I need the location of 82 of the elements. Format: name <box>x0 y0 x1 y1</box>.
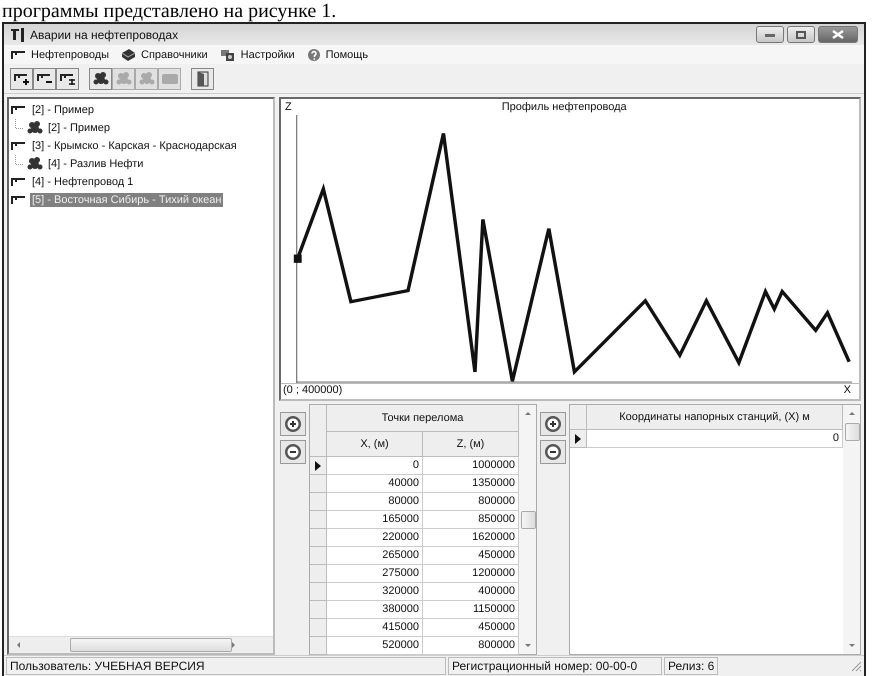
spill-icon <box>138 70 156 86</box>
scroll-thumb[interactable] <box>70 638 232 652</box>
toolbar-button[interactable] <box>191 68 214 90</box>
table-cell: 40000 <box>327 475 423 493</box>
horizontal-scrollbar[interactable] <box>9 636 273 653</box>
pipe-icon <box>12 72 30 86</box>
menu-item[interactable]: Помощь <box>306 48 368 62</box>
door-icon <box>196 70 210 86</box>
close-icon <box>832 30 844 39</box>
toolbar-button[interactable] <box>89 68 112 90</box>
pipe-icon <box>10 104 26 116</box>
settings-icon <box>220 48 236 62</box>
add-button[interactable] <box>540 412 566 436</box>
tree-item[interactable]: [2] - Пример <box>46 121 112 135</box>
current-row-icon <box>575 434 581 444</box>
table-cell: 265000 <box>327 547 423 565</box>
toolbar-button[interactable] <box>10 68 33 90</box>
spill-icon <box>26 156 44 172</box>
column-header: Координаты напорных станций, (X) м <box>587 405 843 430</box>
table-cell: 0 <box>327 457 423 475</box>
pipe-icon <box>58 72 76 86</box>
status-panel: Релиз: 6 <box>664 657 718 675</box>
close-button[interactable] <box>818 26 858 43</box>
status-panel: Пользователь: УЧЕБНАЯ ВЕРСИЯ <box>6 657 446 675</box>
maximize-icon <box>796 30 806 38</box>
table-cell: 165000 <box>327 511 423 529</box>
help-icon <box>306 48 321 62</box>
book-icon <box>121 48 136 62</box>
toolbar-button[interactable] <box>56 68 79 90</box>
minus-icon <box>544 443 562 461</box>
add-button[interactable] <box>280 412 306 436</box>
tree-item[interactable]: [2] - Пример <box>30 103 96 117</box>
table-cell: 0 <box>587 430 843 448</box>
tree-line <box>15 155 24 165</box>
table-cell: 320000 <box>327 583 423 601</box>
spill-icon <box>26 120 44 136</box>
table-cell: 415000 <box>327 619 423 637</box>
minus-icon <box>284 443 302 461</box>
table-cell: 220000 <box>327 529 423 547</box>
minimize-icon <box>765 32 775 36</box>
window-title: Аварии на нефтепроводах <box>30 28 178 42</box>
block-icon <box>160 72 178 84</box>
remove-button[interactable] <box>540 440 566 464</box>
table-cell: 520000 <box>327 637 423 655</box>
tree-item[interactable]: [4] - Нефтепровод 1 <box>30 175 136 189</box>
scroll-thumb[interactable] <box>845 423 860 441</box>
menu-item[interactable]: Нефтепроводы <box>10 48 110 60</box>
resize-grip-icon[interactable] <box>850 660 862 672</box>
table-cell: 380000 <box>327 601 423 619</box>
pipe-icon <box>10 140 26 152</box>
menu-item[interactable]: Настройки <box>220 48 295 62</box>
spill-icon <box>114 70 132 86</box>
scroll-thumb[interactable] <box>521 511 536 529</box>
vertical-scrollbar[interactable] <box>843 405 860 654</box>
remove-button[interactable] <box>280 440 306 464</box>
table-cell: 275000 <box>327 565 423 583</box>
pipe-icon <box>10 194 26 206</box>
table-cell: 80000 <box>327 493 423 511</box>
plus-icon <box>544 415 562 433</box>
axis-label: Z <box>285 101 292 115</box>
pipe-icon <box>10 176 26 188</box>
chart-title: Профиль нефтепровода <box>502 101 627 115</box>
document-text: программы представлено на рисунке 1. <box>1 0 338 22</box>
tree-line <box>15 119 24 129</box>
status-panel: Регистрационный номер: 00-00-0 <box>448 657 662 675</box>
vertical-scrollbar[interactable] <box>519 405 536 654</box>
plus-icon <box>284 415 302 433</box>
spill-icon <box>92 70 110 86</box>
row-indicator[interactable] <box>310 457 327 475</box>
row-indicator[interactable] <box>570 430 587 448</box>
tree-item[interactable]: [4] - Разлив Нефти <box>46 157 146 171</box>
pipe-icon <box>10 48 26 60</box>
maximize-button[interactable] <box>787 26 815 43</box>
cursor-reading: (0 ; 400000) <box>283 384 342 398</box>
pipe-icon <box>36 72 54 86</box>
tree-item[interactable]: [3] - Крымско - Карская - Краснодарская <box>30 139 239 153</box>
toolbar-button[interactable] <box>33 68 56 90</box>
column-header: X, (м) <box>327 432 423 457</box>
axis-label: X <box>844 384 851 398</box>
minimize-button[interactable] <box>756 26 784 43</box>
app-icon <box>10 26 26 42</box>
menu-item[interactable]: Справочники <box>121 48 208 62</box>
